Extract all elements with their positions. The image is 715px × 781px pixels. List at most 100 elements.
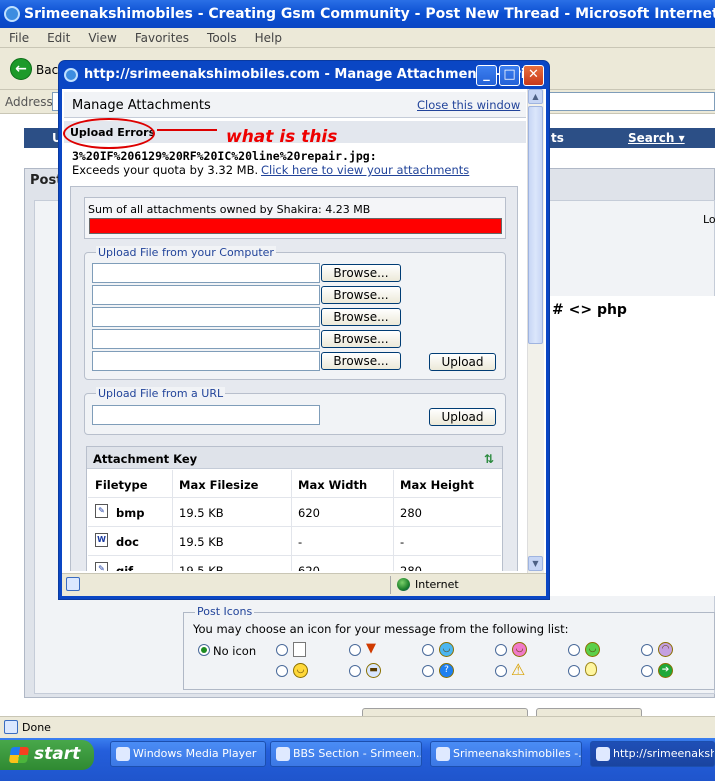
column-divider — [393, 470, 394, 572]
globe-icon — [397, 578, 410, 591]
annotation-text: what is this — [226, 127, 338, 147]
error-message: Exceeds your quota by 3.32 MB. — [72, 163, 259, 177]
document-icon — [293, 642, 306, 657]
security-zone-label: Internet — [415, 578, 459, 591]
close-window-link[interactable]: Close this window — [417, 98, 520, 112]
table-cell: 19.5 KB — [179, 506, 224, 520]
upload-url-button[interactable]: Upload — [429, 408, 496, 426]
column-divider — [172, 470, 173, 572]
menu-edit[interactable]: Edit — [38, 28, 79, 48]
scroll-down-icon[interactable]: ▼ — [528, 556, 543, 571]
task-label: http://srimeenakshimob... — [613, 747, 715, 760]
radio-post-icon[interactable] — [276, 665, 288, 677]
task-manage-attachments[interactable]: http://srimeenakshimob... — [590, 741, 715, 767]
upload-computer-button[interactable]: Upload — [429, 353, 496, 371]
warning-icon: ⚠ — [511, 660, 526, 679]
radio-post-icon[interactable] — [422, 644, 434, 656]
ie-logo-icon — [4, 6, 20, 22]
scroll-up-icon[interactable]: ▲ — [528, 89, 543, 104]
column-header-max-width: Max Width — [298, 478, 368, 492]
table-cell: doc — [116, 535, 139, 549]
message-editor[interactable] — [546, 296, 715, 596]
wink-icon: ◡ — [439, 642, 454, 657]
radio-no-icon[interactable] — [198, 644, 210, 656]
doc-file-icon: W — [95, 533, 108, 547]
browse-button-3[interactable]: Browse... — [321, 308, 401, 326]
cool-icon: ▬ — [366, 663, 381, 678]
ie-page-icon — [436, 747, 450, 761]
editor-toolbar-icons[interactable]: # <> php — [552, 302, 627, 318]
scrollbar-thumb[interactable] — [528, 106, 543, 344]
file-input-5[interactable] — [92, 351, 320, 371]
file-input-2[interactable] — [92, 285, 320, 305]
browse-button-5[interactable]: Browse... — [321, 352, 401, 370]
radio-post-icon[interactable] — [641, 644, 653, 656]
back-arrow-icon[interactable]: ← — [10, 58, 32, 80]
menu-bar: File Edit View Favorites Tools Help — [0, 28, 715, 48]
tongue-icon: ◡ — [512, 642, 527, 657]
thumbs-down-icon: ▼ — [366, 641, 376, 656]
url-input[interactable] — [92, 405, 320, 425]
quota-summary-text: Sum of all attachments owned by Shakira:… — [88, 203, 371, 216]
task-bbs-section[interactable]: BBS Section - Srimeen... — [270, 741, 422, 767]
no-icon-label: No icon — [213, 644, 257, 658]
quota-progress-bar — [89, 218, 502, 234]
file-input-1[interactable] — [92, 263, 320, 283]
navbar-search-link[interactable]: Search ▾ — [628, 131, 685, 145]
browse-button-1[interactable]: Browse... — [321, 264, 401, 282]
question-icon: ? — [439, 663, 454, 678]
attachment-key-title: Attachment Key — [93, 452, 198, 466]
file-input-4[interactable] — [92, 329, 320, 349]
menu-file[interactable]: File — [0, 28, 38, 48]
maximize-button[interactable]: □ — [499, 65, 520, 86]
bmp-file-icon: ✎ — [95, 504, 108, 518]
column-header-max-filesize: Max Filesize — [179, 478, 259, 492]
annotation-circle — [63, 118, 155, 149]
error-filename: 3%20IF%206129%20RF%20IC%20line%20repair.… — [72, 149, 377, 163]
view-attachments-link[interactable]: Click here to view your attachments — [261, 163, 469, 177]
annotation-line — [157, 129, 217, 131]
page-icon — [66, 577, 80, 591]
file-input-3[interactable] — [92, 307, 320, 327]
popup-status-bar — [62, 573, 546, 596]
outer-window-title-text: Srimeenakshimobiles - Creating Gsm Commu… — [24, 6, 715, 22]
task-label: Srimeenakshimobiles -... — [453, 747, 582, 760]
menu-favorites[interactable]: Favorites — [126, 28, 198, 48]
collapse-icon[interactable]: ⇅ — [484, 452, 496, 466]
navbar-link-partial-2[interactable]: ts — [551, 131, 564, 145]
close-window-button[interactable]: ✕ — [523, 65, 544, 86]
menu-tools[interactable]: Tools — [198, 28, 246, 48]
radio-post-icon[interactable] — [276, 644, 288, 656]
radio-post-icon[interactable] — [641, 665, 653, 677]
radio-post-icon[interactable] — [568, 644, 580, 656]
menu-help[interactable]: Help — [246, 28, 291, 48]
table-cell: 19.5 KB — [179, 535, 224, 549]
column-divider — [291, 470, 292, 572]
table-cell: bmp — [116, 506, 145, 520]
table-cell: - — [298, 535, 303, 549]
popup-title-text: http://srimeenakshimobiles.com - Manage … — [84, 67, 541, 82]
minimize-button[interactable]: _ — [476, 65, 497, 86]
radio-post-icon[interactable] — [568, 665, 580, 677]
page-icon — [4, 720, 18, 734]
ie-page-icon — [596, 747, 610, 761]
radio-post-icon[interactable] — [422, 665, 434, 677]
outer-window-title: Srimeenakshimobiles - Creating Gsm Commu… — [0, 0, 715, 28]
task-windows-media-player[interactable]: Windows Media Player — [110, 741, 266, 767]
post-icons-description: You may choose an icon for your message … — [193, 622, 569, 636]
smile-icon: ◡ — [293, 663, 308, 678]
radio-post-icon[interactable] — [349, 665, 361, 677]
radio-post-icon[interactable] — [495, 644, 507, 656]
radio-post-icon[interactable] — [495, 665, 507, 677]
browse-button-2[interactable]: Browse... — [321, 286, 401, 304]
menu-view[interactable]: View — [79, 28, 125, 48]
radio-post-icon[interactable] — [349, 644, 361, 656]
grin-icon: ◡ — [585, 642, 600, 657]
browse-button-4[interactable]: Browse... — [321, 330, 401, 348]
popup-title-bar[interactable]: http://srimeenakshimobiles.com - Manage … — [62, 62, 546, 88]
sad-icon: ◠ — [658, 642, 673, 657]
task-label: BBS Section - Srimeen... — [293, 747, 422, 760]
task-srimeenakshimobiles[interactable]: Srimeenakshimobiles -... — [430, 741, 582, 767]
status-divider — [390, 576, 391, 594]
manage-attachments-title: Manage Attachments — [72, 98, 211, 113]
